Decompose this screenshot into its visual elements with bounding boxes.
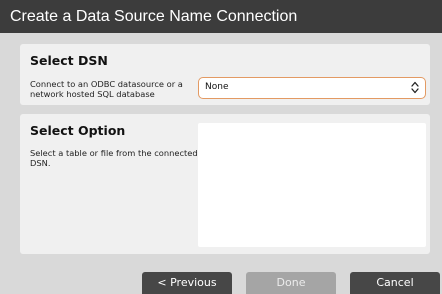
select-dsn-panel: Select DSN Connect to an ODBC datasource… (20, 44, 430, 105)
previous-button[interactable]: < Previous (142, 272, 232, 294)
select-option-panel: Select Option Select a table or file fro… (20, 114, 430, 254)
table-file-list[interactable] (198, 123, 426, 247)
select-option-heading: Select Option (30, 123, 126, 138)
dsn-select-value: None (205, 82, 229, 92)
up-down-chevron-icon (411, 81, 419, 94)
dsn-connection-dialog: Create a Data Source Name Connection Sel… (0, 0, 442, 294)
dialog-title: Create a Data Source Name Connection (0, 0, 442, 33)
done-button[interactable]: Done (246, 272, 336, 294)
select-option-description: Select a table or file from the connecte… (30, 148, 198, 168)
select-dsn-heading: Select DSN (30, 53, 108, 68)
select-dsn-description: Connect to an ODBC datasource or a netwo… (30, 79, 183, 99)
dsn-select[interactable]: None (198, 77, 426, 99)
cancel-button[interactable]: Cancel (350, 272, 440, 294)
